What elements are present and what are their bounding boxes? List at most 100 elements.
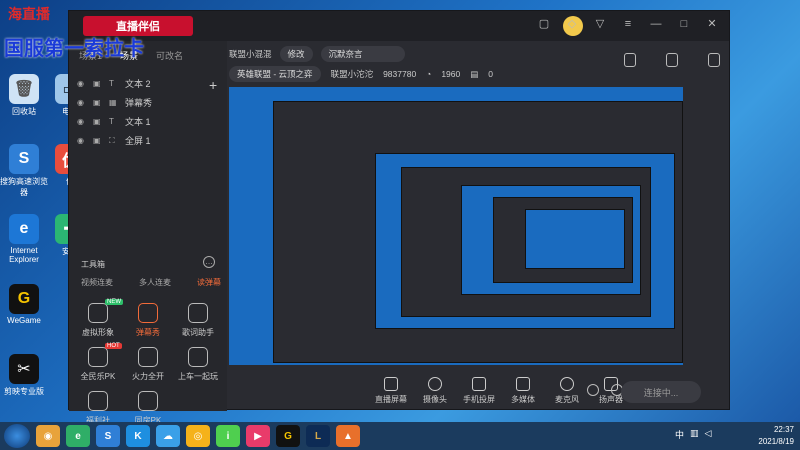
tab-read-danmaku[interactable]: 读弹幕: [197, 277, 221, 288]
wegame-icon: G: [9, 284, 39, 314]
side-control-icons: [587, 384, 623, 396]
close-icon[interactable]: ✕: [705, 17, 719, 31]
layer-list: ◉ ▣ T 文本 2 ◉ ▣ ▦ 弹幕秀 ◉ ▣ T 文本 1 ◉ ▣ ⛶ 全屏 1: [69, 74, 227, 150]
play-icon: [516, 377, 530, 391]
bell-icon[interactable]: [708, 53, 720, 67]
layer-item[interactable]: ◉ ▣ T 文本 2: [69, 74, 227, 93]
layer-item[interactable]: ◉ ▣ ▦ 弹幕秀: [69, 93, 227, 112]
sogou-icon[interactable]: S: [96, 425, 120, 447]
screen-capture-button[interactable]: 直播屏幕: [369, 377, 413, 405]
tool-room-pk[interactable]: 同房PK: [125, 391, 171, 426]
lock-icon[interactable]: ▣: [93, 98, 103, 107]
room-stats-row: 英雄联盟 - 云顶之弈 联盟小沱沱 9837780 ◔ 1960 ▤ 0: [229, 65, 729, 83]
layer-label: 弹幕秀: [125, 98, 153, 108]
tool-virtual-avatar[interactable]: 虚拟形象 NEW: [75, 299, 123, 338]
start-button[interactable]: [4, 424, 30, 448]
maximize-icon[interactable]: □: [677, 17, 691, 31]
ie-icon[interactable]: e: [66, 425, 90, 447]
phone-icon: [472, 377, 486, 391]
layer-type-icon: T: [109, 117, 114, 126]
lock-icon[interactable]: [666, 53, 678, 67]
live-companion-taskbar-icon[interactable]: ▲: [336, 425, 360, 447]
tab-rename[interactable]: 可改名: [156, 49, 183, 62]
network-icon[interactable]: ▥: [690, 428, 699, 441]
category-selector[interactable]: 英雄联盟 - 云顶之弈: [229, 66, 321, 82]
layer-type-icon: ⛶: [109, 135, 115, 145]
microphone-button[interactable]: 麦克风: [545, 377, 589, 405]
layer-item[interactable]: ◉ ▣ T 文本 1: [69, 112, 227, 131]
menu-icon[interactable]: ≡: [621, 17, 635, 31]
multimedia-button[interactable]: 多媒体: [501, 377, 545, 405]
k-app-icon[interactable]: K: [126, 425, 150, 447]
hot-badge: HOT: [105, 343, 122, 349]
input-method-icon[interactable]: 中: [675, 428, 684, 441]
chrome-icon[interactable]: ◉: [36, 425, 60, 447]
message-icon[interactable]: ▢: [537, 17, 551, 31]
streamer-name: 联盟小沱沱: [330, 69, 374, 79]
tool-pk[interactable]: 全民乐PK HOT: [75, 343, 122, 382]
connect-button[interactable]: 连接中...: [621, 381, 701, 403]
tool-firepower[interactable]: 火力全开: [125, 347, 171, 382]
toolbox-tabs: 视频连麦 多人连麦 读弹幕: [81, 277, 221, 288]
lol-icon[interactable]: L: [306, 425, 330, 447]
system-tray: 中 ▥ ◁: [675, 428, 711, 441]
lock-icon[interactable]: ▣: [93, 117, 103, 126]
layer-type-icon: ▦: [109, 98, 117, 107]
desktop-icon-sogou[interactable]: S 搜狗高速浏览器: [0, 144, 48, 198]
modify-button[interactable]: 修改: [279, 46, 313, 62]
copy-icon[interactable]: [624, 53, 636, 67]
layer-label: 文本 2: [125, 79, 151, 89]
new-badge: NEW: [105, 299, 123, 305]
lock-icon[interactable]: ▣: [93, 136, 103, 145]
lock-icon[interactable]: ▣: [93, 79, 103, 88]
add-scene-icon[interactable]: +: [209, 77, 217, 93]
volume-icon[interactable]: ◁: [705, 428, 712, 441]
toolbox-title: 工具箱: [81, 260, 105, 269]
fans-count: 1960: [441, 69, 461, 79]
avatar-icon: [88, 303, 108, 323]
car-icon: [188, 347, 208, 367]
preview-tool-icons: [624, 53, 720, 67]
tool-welfare[interactable]: 福利社: [75, 391, 121, 426]
nested-preview-6: [525, 209, 625, 269]
eye-icon[interactable]: ◉: [77, 98, 87, 107]
layer-label: 文本 1: [125, 117, 151, 127]
minimize-icon[interactable]: —: [649, 17, 663, 31]
overlay-main-text: 国服第一索拉卡: [4, 38, 144, 60]
fire-icon: [138, 347, 158, 367]
desktop-icon-wegame[interactable]: G WeGame: [0, 284, 48, 325]
pk-icon: [88, 347, 108, 367]
stream-preview[interactable]: [229, 87, 683, 365]
skin-icon[interactable]: ◇: [565, 17, 579, 31]
camera-icon: [428, 377, 442, 391]
tool-carpool[interactable]: 上车一起玩: [175, 347, 221, 382]
cloud-icon[interactable]: ☁: [156, 425, 180, 447]
notice-field[interactable]: 沉默奈言: [320, 46, 405, 62]
tab-multi-link[interactable]: 多人连麦: [139, 277, 171, 288]
record-icon[interactable]: [587, 384, 599, 396]
phone-cast-button[interactable]: 手机投屏: [457, 377, 501, 405]
camera-button[interactable]: 摄像头: [413, 377, 457, 405]
layer-item[interactable]: ◉ ▣ ⛶ 全屏 1: [69, 131, 227, 150]
tool-danmaku-show[interactable]: 弹幕秀: [125, 303, 171, 338]
game-icon[interactable]: ◎: [186, 425, 210, 447]
video-icon[interactable]: ▶: [246, 425, 270, 447]
tool-lyrics[interactable]: 歌词助手: [175, 303, 221, 338]
eye-icon[interactable]: ◉: [77, 79, 87, 88]
danmaku-icon: [138, 303, 158, 323]
eye-icon[interactable]: ◉: [77, 117, 87, 126]
gift-icon[interactable]: ▽: [593, 17, 607, 31]
desktop-icon-ie[interactable]: e Internet Explorer: [0, 214, 48, 264]
clock-time: 22:37: [773, 425, 794, 434]
wegame-taskbar-icon[interactable]: G: [276, 425, 300, 447]
eye-icon[interactable]: ◉: [77, 136, 87, 145]
room-title: 联盟小混混: [229, 49, 272, 59]
iqiyi-icon[interactable]: i: [216, 425, 240, 447]
taskbar-clock[interactable]: 22:37 2021/8/19: [758, 424, 794, 448]
desktop-icon-jianying[interactable]: ✂ 剪映专业版: [0, 354, 48, 397]
lyrics-icon: [188, 303, 208, 323]
more-icon[interactable]: …: [203, 256, 215, 268]
tab-video-link[interactable]: 视频连麦: [81, 277, 113, 288]
clock-date: 2021/8/19: [758, 437, 794, 446]
desktop-icon-recycle[interactable]: 🗑 回收站: [0, 74, 48, 117]
